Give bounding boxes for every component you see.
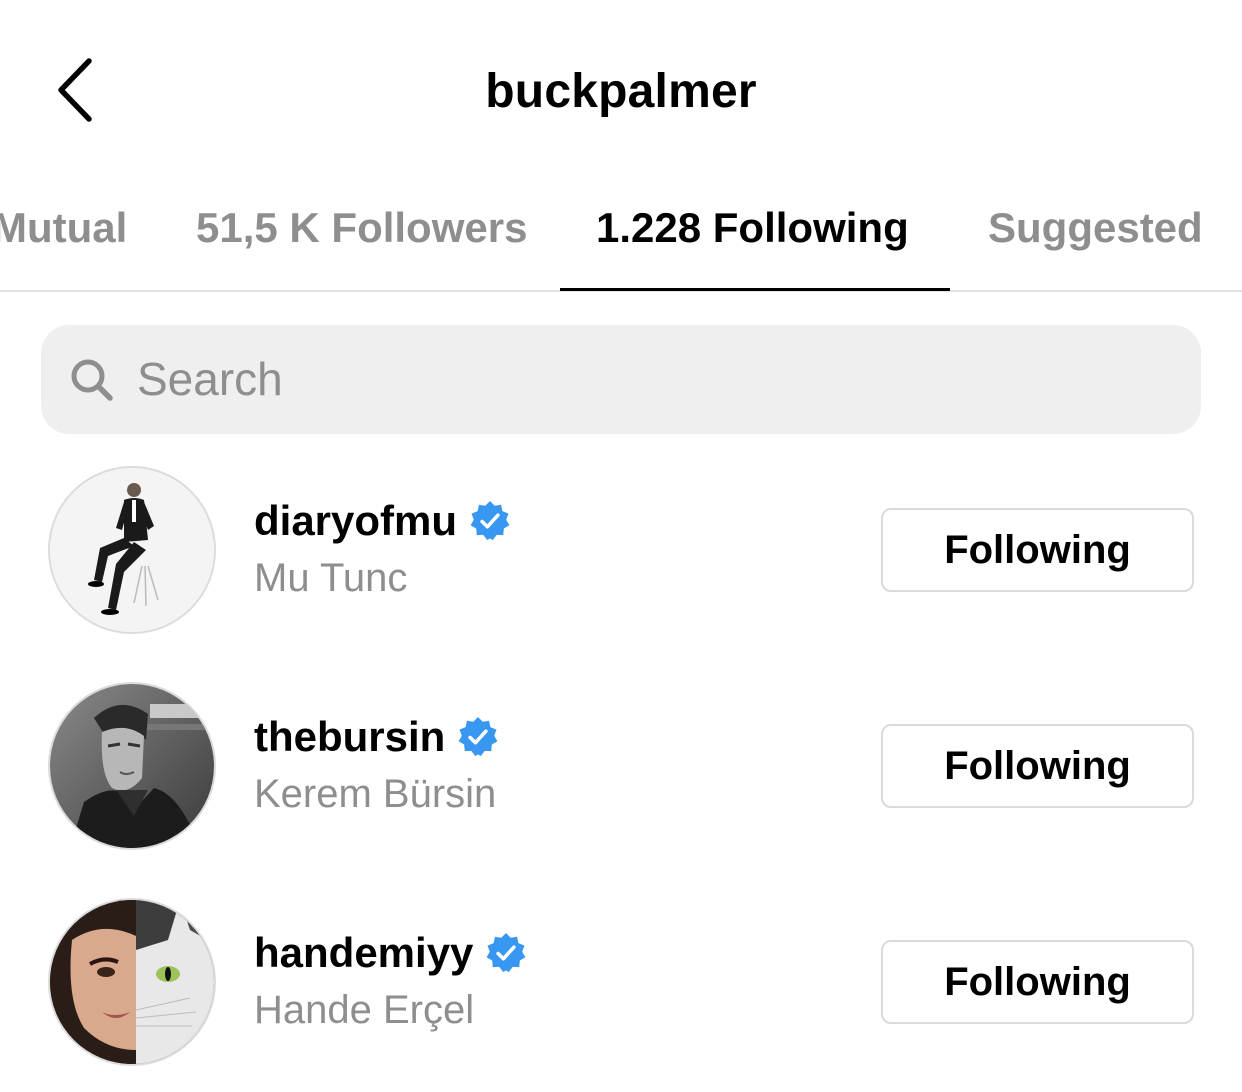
header: buckpalmer (0, 0, 1242, 180)
man-in-suit-on-chair-photo (50, 468, 214, 632)
verified-badge-icon (470, 501, 510, 541)
man-portrait-photo (50, 684, 214, 848)
list-item: thebursin Kerem Bürsin Following (0, 682, 1242, 882)
username[interactable]: handemiyy (254, 929, 473, 977)
username[interactable]: diaryofmu (254, 497, 457, 545)
woman-and-cat-photo (50, 900, 214, 1064)
tab-mutual[interactable]: Mutual (0, 204, 127, 252)
following-button[interactable]: Following (881, 508, 1194, 592)
active-tab-indicator (560, 288, 950, 291)
page-title: buckpalmer (485, 65, 757, 118)
tab-suggested[interactable]: Suggested (988, 204, 1203, 252)
avatar[interactable] (48, 466, 216, 634)
username[interactable]: thebursin (254, 713, 445, 761)
following-list-screen: buckpalmer Mutual 51,5 K Followers 1.228… (0, 0, 1242, 1092)
search-input[interactable] (137, 347, 1177, 411)
search-icon (71, 359, 113, 401)
list-item: diaryofmu Mu Tunc Following (0, 466, 1242, 666)
verified-badge-icon (458, 717, 498, 757)
tab-bar: Mutual 51,5 K Followers 1.228 Following … (0, 180, 1242, 292)
tab-following[interactable]: 1.228 Following (596, 204, 909, 252)
full-name: Hande Erçel (254, 988, 475, 1032)
verified-badge-icon (486, 933, 526, 973)
avatar[interactable] (48, 898, 216, 1066)
full-name: Mu Tunc (254, 556, 408, 600)
username-line: handemiyy (254, 928, 527, 978)
tab-followers[interactable]: 51,5 K Followers (196, 204, 527, 252)
list-item: handemiyy Hande Erçel Following (0, 898, 1242, 1092)
avatar[interactable] (48, 682, 216, 850)
full-name: Kerem Bürsin (254, 772, 497, 816)
username-line: diaryofmu (254, 496, 511, 546)
username-line: thebursin (254, 712, 499, 762)
following-button[interactable]: Following (881, 940, 1194, 1024)
search-bar[interactable] (41, 325, 1201, 434)
following-button[interactable]: Following (881, 724, 1194, 808)
